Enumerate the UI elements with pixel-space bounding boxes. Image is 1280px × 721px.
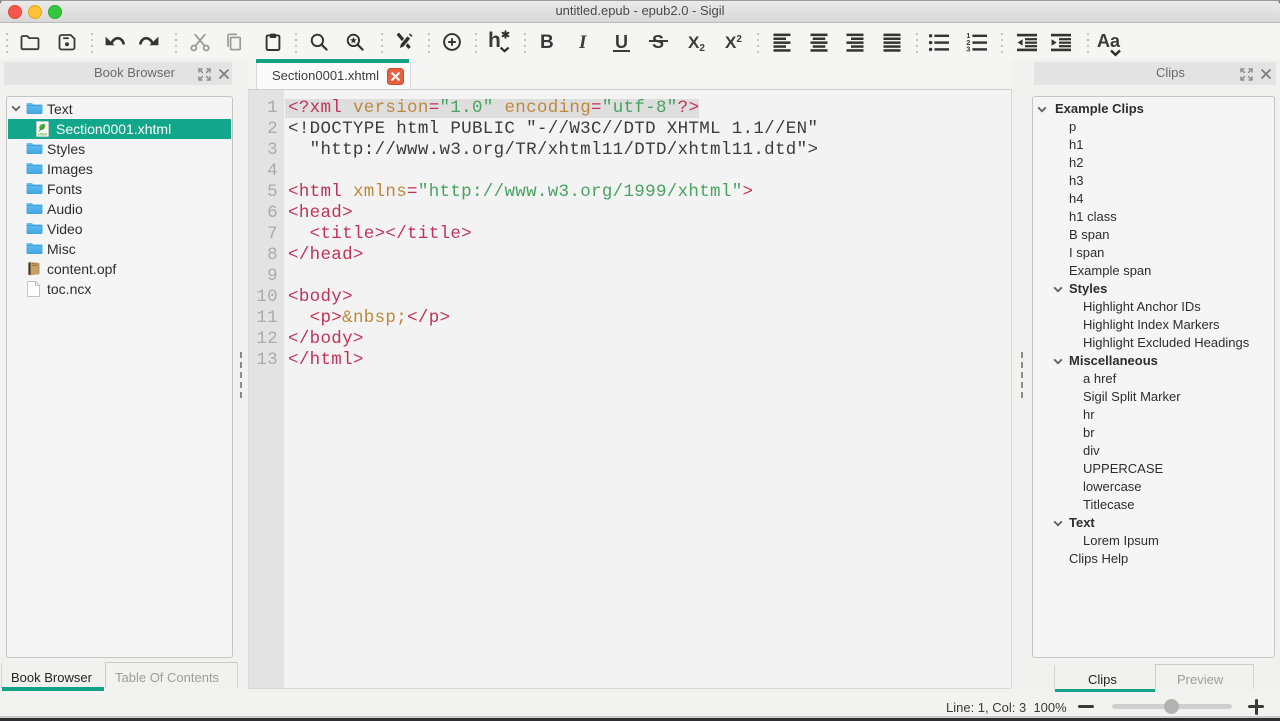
svg-text:3: 3 [966,47,970,53]
svg-text:xhtml: xhtml [38,132,47,136]
